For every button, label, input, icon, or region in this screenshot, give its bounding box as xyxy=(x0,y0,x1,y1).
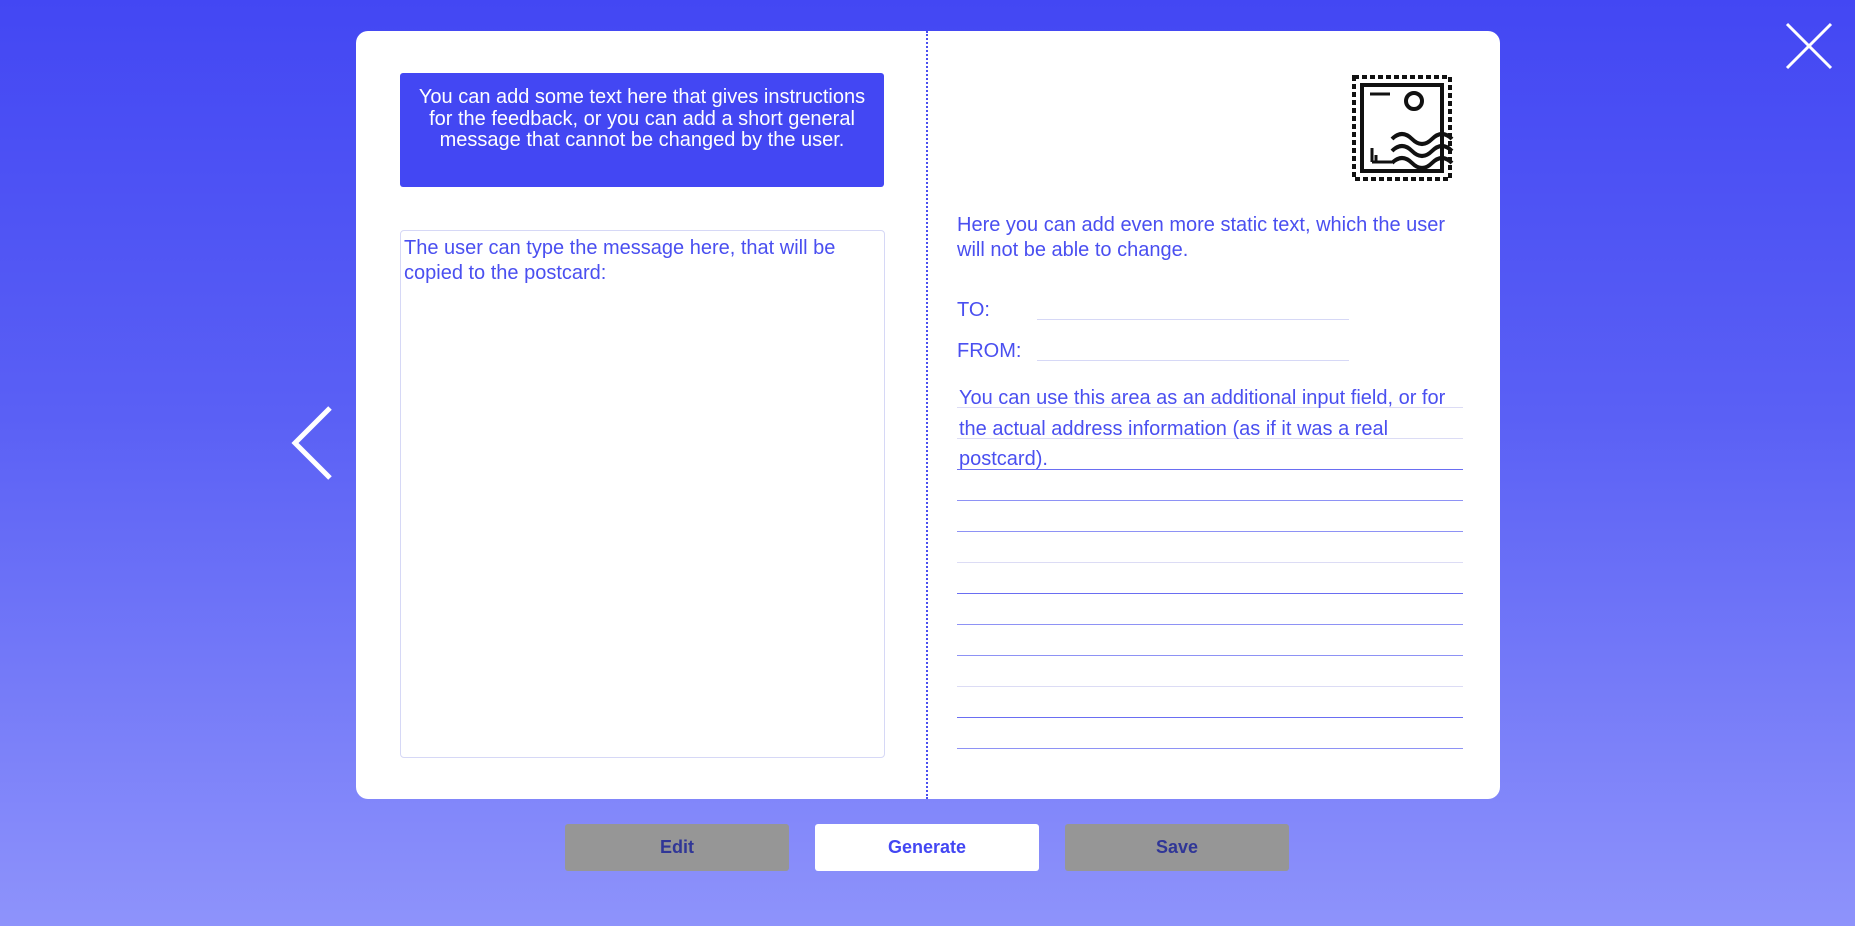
static-text: Here you can add even more static text, … xyxy=(957,214,1446,261)
ruled-line xyxy=(957,748,1463,749)
from-input[interactable] xyxy=(1037,335,1349,361)
edit-button[interactable]: Edit xyxy=(565,824,789,871)
close-button[interactable] xyxy=(1783,20,1835,72)
chevron-left-icon xyxy=(291,406,332,480)
close-icon xyxy=(1785,22,1833,70)
instructions-banner: You can add some text here that gives in… xyxy=(400,73,884,187)
to-input[interactable] xyxy=(1037,294,1349,320)
from-label: FROM: xyxy=(957,340,1022,362)
address-textarea[interactable]: You can use this area as an additional i… xyxy=(957,381,1463,745)
postage-stamp-icon xyxy=(1352,75,1454,181)
postcard-divider xyxy=(926,31,928,799)
postcard: You can add some text here that gives in… xyxy=(356,31,1500,799)
to-label: TO: xyxy=(957,299,990,321)
previous-button[interactable] xyxy=(290,405,334,481)
save-button[interactable]: Save xyxy=(1065,824,1289,871)
message-input[interactable]: The user can type the message here, that… xyxy=(400,230,885,758)
generate-button[interactable]: Generate xyxy=(815,824,1039,871)
